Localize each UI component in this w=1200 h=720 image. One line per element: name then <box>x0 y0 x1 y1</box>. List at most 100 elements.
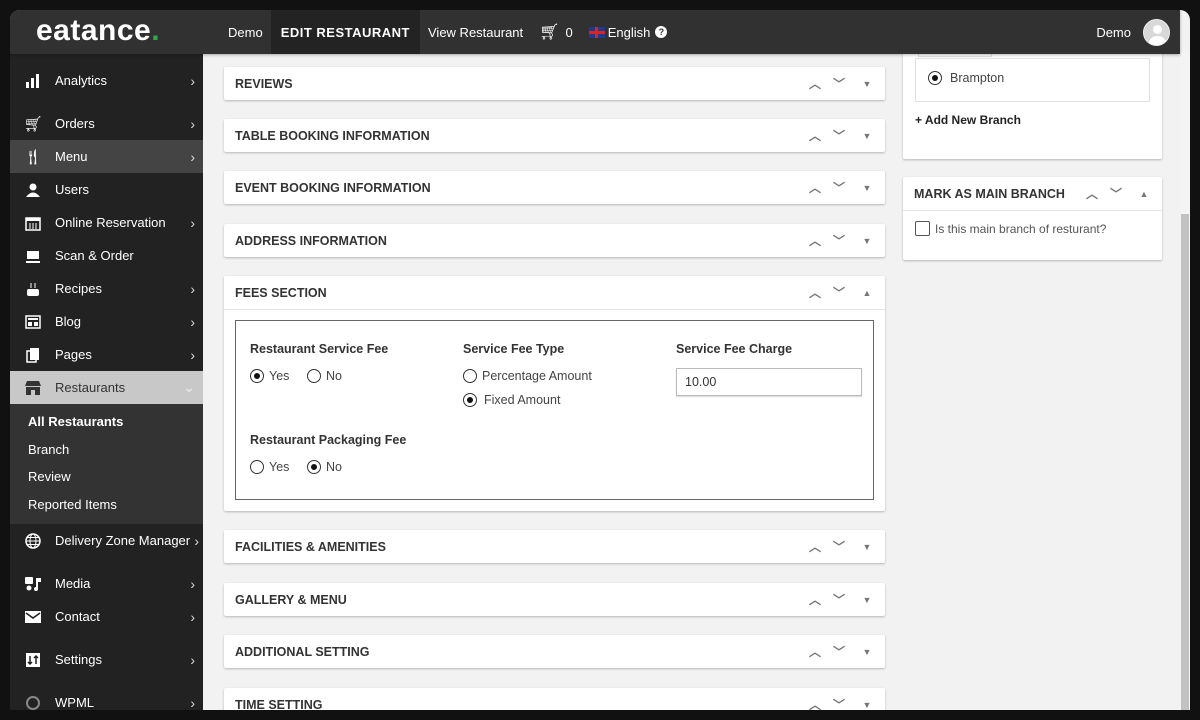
toggle-panel-icon[interactable]: ▼ <box>859 79 875 89</box>
move-down-icon[interactable]: ﹀ <box>1108 185 1124 202</box>
sidebar-item-scan-order[interactable]: Scan & Order <box>10 239 203 272</box>
branches-panel: Brampton All Branches + Add New Branch <box>903 38 1162 159</box>
sidebar-item-settings[interactable]: Settings › <box>10 643 203 676</box>
move-up-icon[interactable]: ︿ <box>807 643 823 660</box>
sidebar-item-pages[interactable]: Pages › <box>10 338 203 371</box>
move-up-icon[interactable]: ︿ <box>807 591 823 608</box>
sidebar-item-recipes[interactable]: Recipes › <box>10 272 203 305</box>
sidebar-item-blog[interactable]: Blog › <box>10 305 203 338</box>
add-new-branch-link[interactable]: + Add New Branch <box>915 113 1021 127</box>
fee-charge-input[interactable] <box>676 368 862 396</box>
logo-text: eatance <box>36 14 152 47</box>
sidebar-item-online-reservation[interactable]: Online Reservation › <box>10 206 203 239</box>
scrollbar-thumb[interactable] <box>1181 214 1189 710</box>
panel-header[interactable]: MARK AS MAIN BRANCH ︿ ﹀ ▲ <box>903 177 1162 211</box>
fee-type-percentage-radio[interactable]: Percentage Amount <box>463 369 592 383</box>
move-down-icon[interactable]: ﹀ <box>831 643 847 660</box>
move-up-icon[interactable]: ︿ <box>807 179 823 196</box>
toggle-panel-icon[interactable]: ▼ <box>859 131 875 141</box>
panel-controls: ︿ ﹀ ▲ <box>1084 177 1152 210</box>
sidebar-item-media[interactable]: Media › <box>10 567 203 600</box>
panel-header[interactable]: TIME SETTING ︿ ﹀ ▼ <box>224 688 885 711</box>
scan-icon <box>23 247 43 265</box>
toggle-panel-icon[interactable]: ▼ <box>859 236 875 246</box>
panel-title: ADDRESS INFORMATION <box>235 233 387 248</box>
sidebar-item-users[interactable]: Users <box>10 173 203 206</box>
sidebar-item-menu[interactable]: 🍴︎ Menu › <box>10 140 203 173</box>
user-menu[interactable]: Demo <box>1096 10 1170 54</box>
move-down-icon[interactable]: ﹀ <box>831 179 847 196</box>
move-down-icon[interactable]: ﹀ <box>831 591 847 608</box>
chevron-right-icon: › <box>190 575 195 592</box>
panel-header[interactable]: REVIEWS ︿ ﹀ ▼ <box>224 67 885 100</box>
fee-type-fixed-radio[interactable]: Fixed Amount <box>463 393 560 407</box>
submenu-all-restaurants[interactable]: All Restaurants <box>10 408 203 436</box>
radio-selected <box>307 460 321 474</box>
toggle-panel-icon[interactable]: ▲ <box>859 288 875 298</box>
nav-language[interactable]: English? <box>581 10 676 54</box>
toggle-panel-icon[interactable]: ▼ <box>859 183 875 193</box>
submenu-review[interactable]: Review <box>10 463 203 491</box>
panel-header[interactable]: ADDITIONAL SETTING ︿ ﹀ ▼ <box>224 635 885 668</box>
service-fee-yes-radio[interactable]: Yes <box>250 369 289 383</box>
move-up-icon[interactable]: ︿ <box>1084 185 1100 202</box>
main-branch-panel: MARK AS MAIN BRANCH ︿ ﹀ ▲ Is this main bra… <box>903 177 1162 260</box>
help-icon[interactable]: ? <box>655 26 668 38</box>
toggle-panel-icon[interactable]: ▼ <box>859 595 875 605</box>
main-content: REVIEWS ︿ ﹀ ▼ TABLE BOOKING INFORMATION ︿ ﹀… <box>203 38 1180 711</box>
submenu-branch[interactable]: Branch <box>10 436 203 464</box>
move-down-icon[interactable]: ﹀ <box>831 127 847 144</box>
submenu-reported-items[interactable]: Reported Items <box>10 491 203 519</box>
chevron-right-icon: › <box>190 72 195 89</box>
radio-label: No <box>326 460 342 474</box>
nav-cart[interactable]: 🛒︎ 0 <box>531 10 581 54</box>
chevron-right-icon: › <box>190 280 195 297</box>
panel-header[interactable]: ADDRESS INFORMATION ︿ ﹀ ▼ <box>224 224 885 257</box>
cart-icon: 🛒︎ <box>539 24 560 41</box>
toggle-panel-icon[interactable]: ▼ <box>859 647 875 657</box>
nav-edit-restaurant[interactable]: EDIT RESTAURANT <box>270 10 420 54</box>
sidebar-item-delivery-zone-manager[interactable]: Delivery Zone Manager › <box>10 524 203 557</box>
radio-selected <box>928 71 942 85</box>
logo[interactable]: eatance. <box>36 14 160 48</box>
scrollbar[interactable] <box>1180 54 1190 710</box>
toggle-panel-icon[interactable]: ▼ <box>859 542 875 552</box>
move-down-icon[interactable]: ﹀ <box>831 75 847 92</box>
panel-header[interactable]: TABLE BOOKING INFORMATION ︿ ﹀ ▼ <box>224 119 885 152</box>
main-branch-checkbox[interactable]: Is this main branch of resturant? <box>915 221 1106 236</box>
restaurants-submenu: All Restaurants Branch Review Reported I… <box>10 404 203 524</box>
service-fee-no-radio[interactable]: No <box>307 369 342 383</box>
panel-controls: ︿ ﹀ ▲ <box>807 276 875 309</box>
move-up-icon[interactable]: ︿ <box>807 696 823 710</box>
move-down-icon[interactable]: ﹀ <box>831 284 847 301</box>
nav-demo[interactable]: Demo <box>220 10 271 54</box>
toggle-panel-icon[interactable]: ▼ <box>859 700 875 710</box>
branch-radio-brampton[interactable]: Brampton <box>928 71 1004 85</box>
move-up-icon[interactable]: ︿ <box>807 284 823 301</box>
move-up-icon[interactable]: ︿ <box>807 538 823 555</box>
avatar[interactable] <box>1143 18 1170 46</box>
move-up-icon[interactable]: ︿ <box>807 127 823 144</box>
sidebar-label: Online Reservation <box>55 215 166 230</box>
sidebar-item-wpml[interactable]: WPML › <box>10 686 203 710</box>
move-up-icon[interactable]: ︿ <box>807 232 823 249</box>
move-down-icon[interactable]: ﹀ <box>831 232 847 249</box>
move-down-icon[interactable]: ﹀ <box>831 696 847 710</box>
sidebar-item-contact[interactable]: Contact › <box>10 600 203 633</box>
toggle-panel-icon[interactable]: ▲ <box>1136 189 1152 199</box>
panel-header[interactable]: GALLERY & MENU ︿ ﹀ ▼ <box>224 583 885 616</box>
packaging-fee-no-radio[interactable]: No <box>307 460 342 474</box>
sidebar-item-orders[interactable]: 🛒︎ Orders › <box>10 107 203 140</box>
sidebar-item-restaurants[interactable]: Restaurants ⌄ <box>10 371 203 404</box>
sidebar-item-analytics[interactable]: Analytics › <box>10 64 203 97</box>
panel-header[interactable]: FACILITIES & AMENITIES ︿ ﹀ ▼ <box>224 530 885 563</box>
cart-icon: 🛒︎ <box>23 115 43 133</box>
move-up-icon[interactable]: ︿ <box>807 75 823 92</box>
nav-view-restaurant[interactable]: View Restaurant <box>420 10 531 54</box>
panel-controls: ︿ ﹀ ▼ <box>807 688 875 710</box>
checkbox-label: Is this main branch of resturant? <box>935 221 1107 236</box>
panel-header[interactable]: EVENT BOOKING INFORMATION ︿ ﹀ ▼ <box>224 171 885 204</box>
packaging-fee-yes-radio[interactable]: Yes <box>250 460 289 474</box>
move-down-icon[interactable]: ﹀ <box>831 538 847 555</box>
panel-header[interactable]: FEES SECTION ︿ ﹀ ▲ <box>224 276 885 309</box>
